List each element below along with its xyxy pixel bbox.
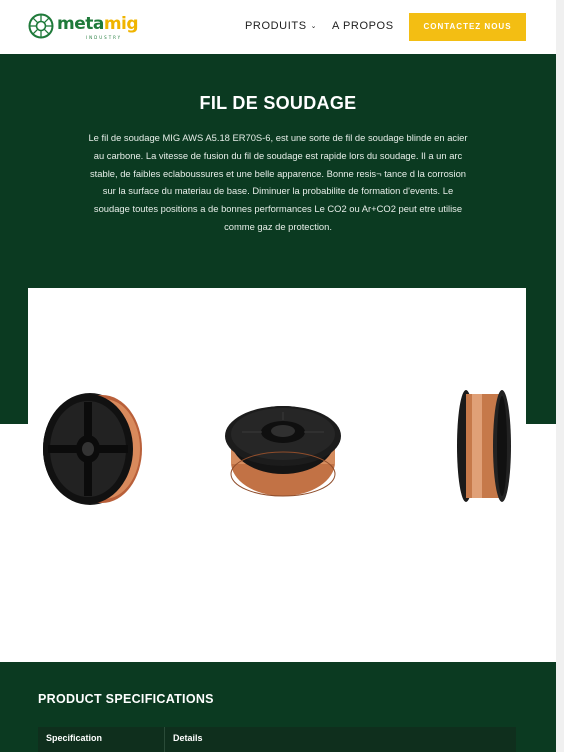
product-image-spool-copper[interactable] — [222, 402, 344, 498]
column-divider — [164, 727, 165, 752]
product-image-spool-black[interactable] — [40, 390, 146, 508]
card-background-right — [526, 424, 554, 662]
scrollbar-track[interactable] — [556, 0, 564, 752]
column-header-details: Details — [173, 733, 203, 743]
logo[interactable]: metamig INDUSTRY — [28, 13, 139, 41]
column-header-specification: Specification — [46, 733, 103, 743]
logo-wordmark: metamig — [57, 14, 139, 34]
product-image-spool-edge[interactable] — [454, 388, 514, 504]
logo-icon — [28, 13, 54, 39]
nav-produits-label: PRODUITS — [245, 20, 307, 32]
hero-description: Le fil de soudage MIG AWS A5.18 ER70S-6,… — [88, 132, 468, 232]
site-header: metamig INDUSTRY PRODUITS ⌄ A PROPOS CONT… — [0, 0, 556, 54]
contact-button[interactable]: CONTACTEZ NOUS — [409, 13, 526, 41]
nav-a-propos[interactable]: A PROPOS — [332, 20, 394, 32]
nav-produits[interactable]: PRODUITS ⌄ — [245, 20, 317, 32]
nav-a-propos-label: A PROPOS — [332, 20, 394, 32]
specs-table-header: Specification Details — [38, 727, 516, 752]
card-background-left — [0, 424, 28, 662]
page-title: FIL DE SOUDAGE — [199, 93, 357, 113]
logo-tagline: INDUSTRY — [86, 35, 123, 40]
specs-title: PRODUCT SPECIFICATIONS — [38, 692, 214, 706]
chevron-down-icon: ⌄ — [310, 23, 318, 30]
